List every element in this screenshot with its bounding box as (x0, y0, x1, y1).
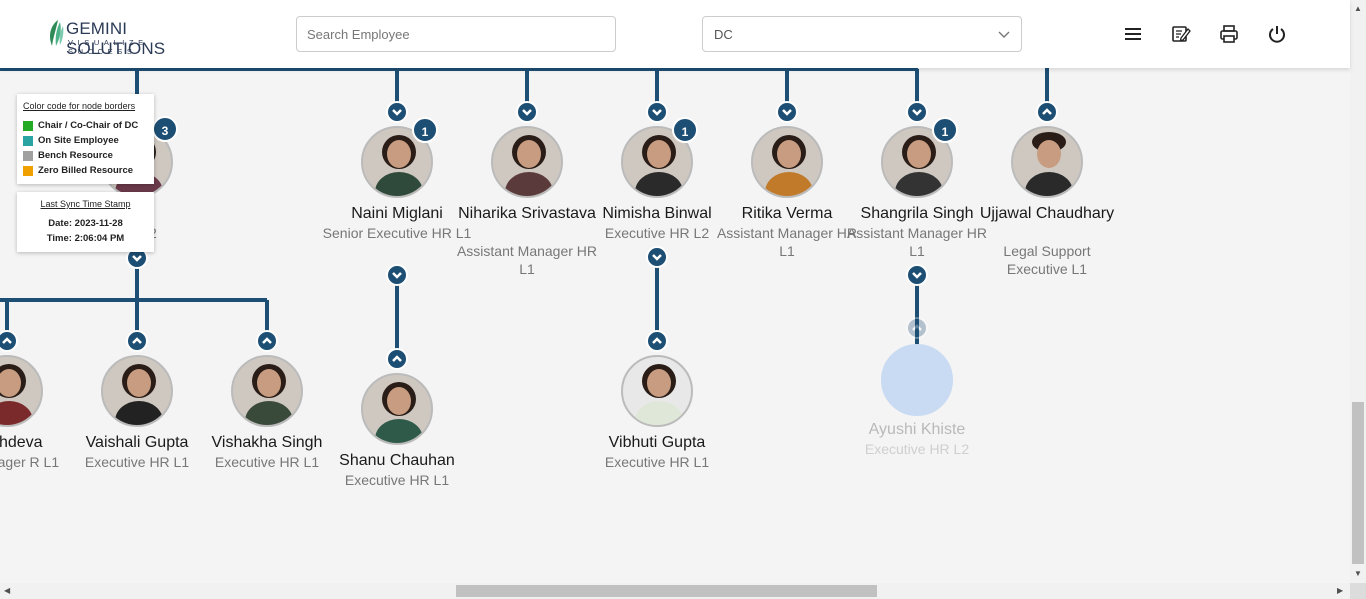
vertical-scroll-thumb[interactable] (1352, 402, 1364, 564)
top-navbar: GEMINI SOLUTIONS VISUALIZE SUCCESS DC (0, 0, 1350, 68)
employee-photo[interactable] (101, 355, 173, 427)
menu-icon[interactable] (1122, 23, 1144, 45)
vertical-scrollbar[interactable]: ▲ ▼ (1350, 0, 1366, 583)
edit-note-icon[interactable] (1170, 23, 1192, 45)
employee-name: Shangrila Singh (860, 205, 974, 222)
sync-date: Date: 2023-11-28 (48, 218, 123, 229)
sync-title: Last Sync Time Stamp (40, 199, 131, 209)
collapse-toggle[interactable] (386, 264, 408, 286)
expand-toggle[interactable] (646, 330, 668, 352)
employee-photo-placeholder[interactable] (881, 344, 953, 416)
expand-toggle[interactable] (386, 348, 408, 370)
employee-name: Shanu Chauhan (339, 452, 455, 469)
org-chart-connectors (0, 67, 1049, 352)
scroll-up-arrow-icon[interactable]: ▲ (1354, 4, 1362, 14)
employee-name: Vishakha Singh (211, 434, 323, 451)
employee-title: Assistant Manager HR L1 (716, 225, 858, 259)
expand-toggle[interactable] (256, 330, 278, 352)
employee-name: Ujjawal Chaudhary (979, 205, 1115, 222)
sync-timestamp-panel: Last Sync Time Stamp Date: 2023-11-28 Ti… (17, 192, 154, 252)
employee-name: Vibhuti Gupta (608, 434, 706, 451)
chevron-down-icon (998, 31, 1010, 38)
legend-swatch (23, 166, 33, 176)
employee-title: Senior Executive HR L1 (322, 225, 472, 241)
employee-title: Assistant Manager HR L1 (846, 225, 988, 259)
scrollbar-corner (1350, 583, 1366, 599)
employee-photo[interactable] (751, 126, 823, 198)
department-select-value: DC (714, 27, 733, 42)
employee-node[interactable]: Vibhuti Gupta Executive HR L1 (592, 355, 722, 475)
collapse-toggle[interactable] (646, 246, 668, 268)
collapse-toggle[interactable] (516, 101, 538, 123)
scroll-left-arrow-icon[interactable]: ◀ (4, 586, 10, 596)
org-chart: 3 ayal HR L2 1 Naini Miglani Senior Exec… (0, 0, 1350, 583)
employee-name: Vaishali Gupta (85, 434, 189, 451)
employee-node[interactable]: Ritika Verma Assistant Manager HR L1 (717, 126, 857, 266)
employee-name: Ritika Verma (741, 205, 833, 222)
employee-title: Assistant Manager HR L1 (456, 243, 598, 277)
logo-leaf-icon (50, 20, 64, 46)
reports-count-badge[interactable]: 1 (412, 117, 438, 143)
employee-node[interactable]: Vaishali Gupta Executive HR L1 (72, 355, 202, 475)
power-icon[interactable] (1266, 23, 1288, 45)
employee-title: Executive HR L1 (604, 454, 710, 470)
employee-node[interactable]: 1 Nimisha Binwal Executive HR L2 (592, 117, 722, 246)
reports-count-badge[interactable]: 1 (672, 117, 698, 143)
legend-label: Bench Resource (38, 150, 113, 161)
reports-count-badge[interactable]: 3 (152, 116, 178, 142)
employee-photo[interactable] (491, 126, 563, 198)
logo-tagline: VISUALIZE SUCCESS (68, 38, 148, 56)
employee-node[interactable]: 1 Naini Miglani Senior Executive HR L1 (323, 117, 471, 266)
collapse-toggle[interactable] (906, 264, 928, 286)
employee-node[interactable]: Vishakha Singh Executive HR L1 (202, 355, 332, 475)
employee-title: Executive HR L1 (344, 472, 450, 488)
employee-name: Niharika Srivastava (458, 205, 596, 222)
search-employee-input[interactable] (296, 16, 616, 52)
collapse-toggle[interactable] (386, 101, 408, 123)
scroll-down-arrow-icon[interactable]: ▼ (1354, 569, 1362, 579)
legend-title: Color code for node borders (23, 101, 136, 111)
legend-label: Zero Billed Resource (38, 165, 134, 176)
horizontal-scroll-thumb[interactable] (456, 585, 877, 597)
employee-photo[interactable] (621, 355, 693, 427)
employee-photo[interactable] (0, 355, 43, 427)
legend-label: On Site Employee (38, 135, 119, 146)
expand-toggle[interactable] (126, 330, 148, 352)
legend-label: Chair / Co-Chair of DC (38, 120, 139, 131)
expand-toggle[interactable] (906, 317, 928, 339)
company-logo[interactable]: GEMINI SOLUTIONS VISUALIZE SUCCESS (46, 16, 216, 58)
employee-name: Ayushi Khiste (868, 421, 966, 438)
department-select[interactable]: DC (702, 16, 1022, 52)
collapse-toggle[interactable] (906, 101, 928, 123)
border-color-legend: Color code for node borders Chair / Co-C… (17, 94, 154, 184)
reports-count-badge[interactable]: 1 (932, 117, 958, 143)
horizontal-scrollbar[interactable]: ◀ ▶ (0, 583, 1350, 599)
employee-title: Executive HR L2 (604, 225, 710, 241)
print-icon[interactable] (1218, 23, 1240, 45)
employee-title: Executive HR L2 (864, 441, 970, 457)
employee-node[interactable]: Niharika Srivastava Assistant Manager HR… (457, 126, 597, 277)
sync-time: Time: 2:06:04 PM (46, 233, 125, 244)
employee-title: Executive HR L1 (84, 454, 190, 470)
collapse-toggle[interactable] (776, 101, 798, 123)
collapse-toggle[interactable] (646, 101, 668, 123)
expand-toggle[interactable] (1036, 101, 1058, 123)
employee-title: Executive HR L1 (214, 454, 320, 470)
scroll-right-arrow-icon[interactable]: ▶ (1337, 586, 1343, 596)
legend-swatch (23, 151, 33, 161)
employee-node[interactable]: Shanu Chauhan Executive HR L1 (332, 373, 462, 493)
employee-node[interactable]: 1 Shangrila Singh Assistant Manager HR L… (847, 117, 987, 266)
employee-name: Nimisha Binwal (602, 205, 712, 222)
employee-node[interactable]: Ayushi Khiste Executive HR L2 (852, 344, 982, 464)
employee-photo[interactable] (1011, 126, 1083, 198)
employee-title: Legal Support Executive L1 (1003, 243, 1091, 277)
legend-swatch (23, 121, 33, 131)
employee-name: Naini Miglani (351, 205, 443, 222)
employee-photo[interactable] (231, 355, 303, 427)
employee-photo[interactable] (361, 373, 433, 445)
legend-swatch (23, 136, 33, 146)
employee-node[interactable]: Ujjawal Chaudhary Legal Support Executiv… (980, 126, 1114, 277)
